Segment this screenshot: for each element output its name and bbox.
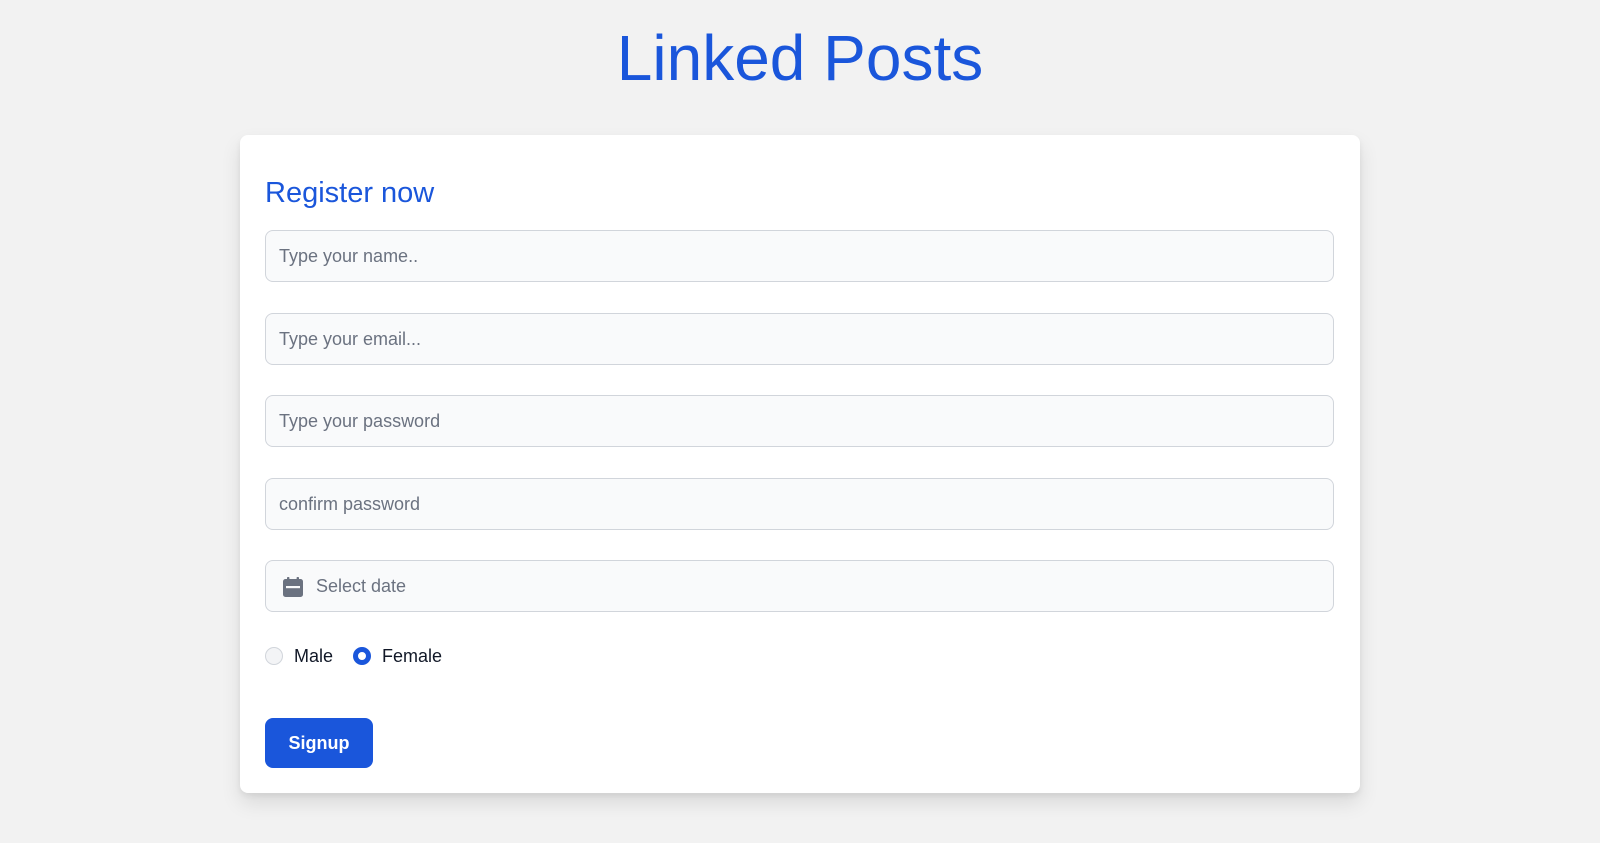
signup-button[interactable]: Signup [265,718,373,768]
gender-option-female[interactable]: Female [353,646,442,667]
name-field-wrapper [265,230,1334,282]
name-input[interactable] [266,231,1333,281]
register-card: Register now Male Female Signup [240,135,1360,793]
password-input[interactable] [266,396,1333,446]
calendar-icon [283,577,303,597]
radio-female-label: Female [382,645,443,666]
app-title: Linked Posts [616,22,984,94]
confirm-password-input[interactable] [266,479,1333,529]
gender-option-male[interactable]: Male [265,646,333,667]
email-input[interactable] [266,314,1333,364]
date-field-wrapper [265,560,1334,612]
date-input[interactable] [266,561,1333,611]
email-field-wrapper [265,313,1334,365]
confirm-password-field-wrapper [265,478,1334,530]
password-field-wrapper [265,395,1334,447]
radio-male[interactable] [265,647,283,665]
radio-female[interactable] [353,647,372,665]
radio-male-label: Male [294,645,334,666]
form-title: Register now [265,177,435,209]
gender-radio-group: Male Female [265,644,462,668]
